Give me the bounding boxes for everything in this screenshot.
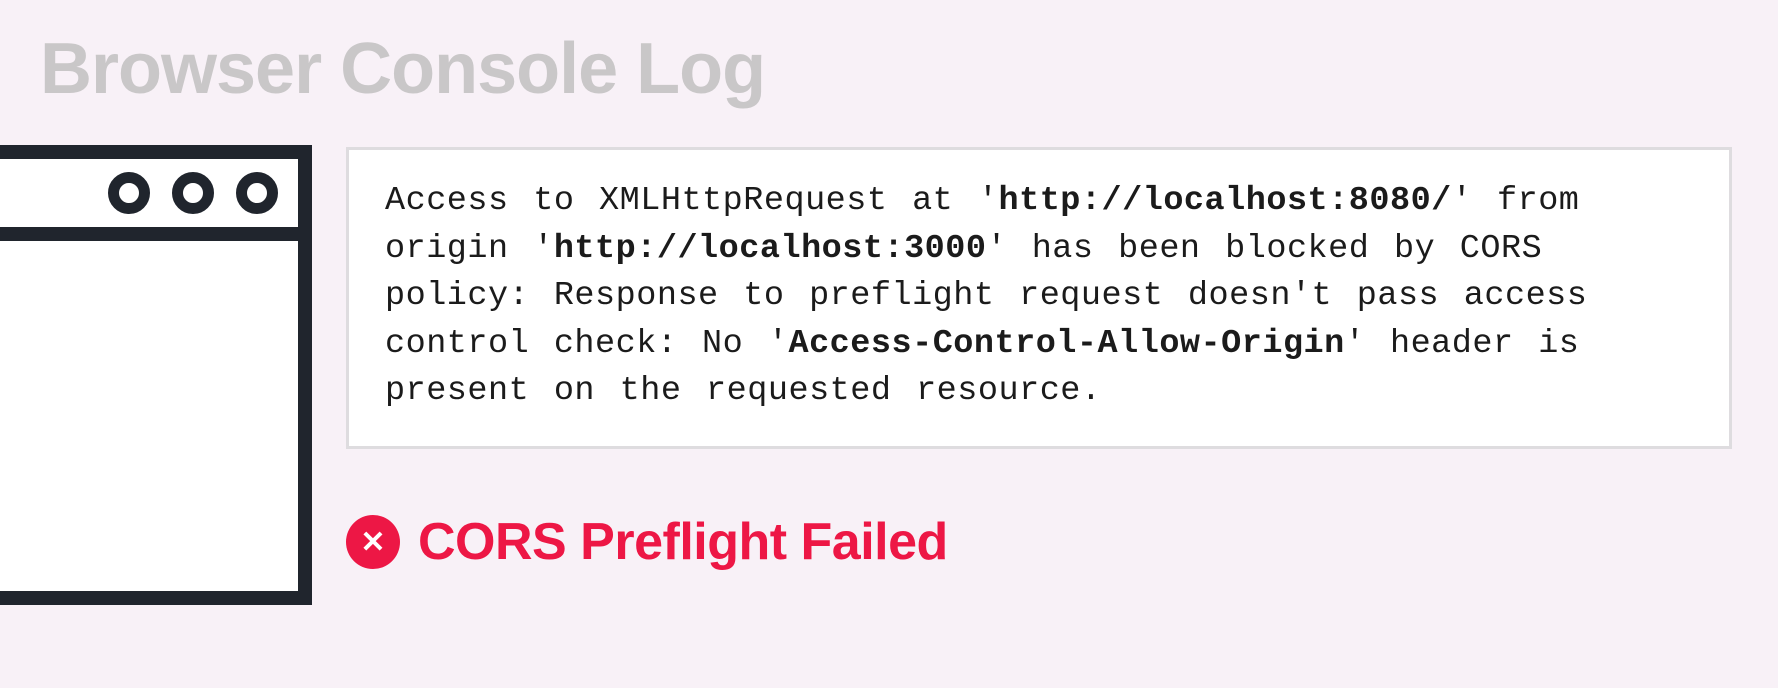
log-origin: http://localhost:3000	[554, 230, 987, 268]
window-dot	[108, 172, 150, 214]
status-row: ✕ CORS Preflight Failed	[346, 512, 948, 572]
console-log-panel: Access to XMLHttpRequest at 'http://loca…	[346, 147, 1732, 449]
page-title: Browser Console Log	[40, 28, 765, 110]
status-label: CORS Preflight Failed	[418, 512, 948, 572]
window-dot	[172, 172, 214, 214]
log-url: http://localhost:8080/	[999, 182, 1452, 220]
window-dot	[236, 172, 278, 214]
log-text: Access to XMLHttpRequest at '	[385, 182, 999, 220]
browser-window-icon	[0, 145, 312, 605]
error-icon: ✕	[346, 515, 400, 569]
browser-titlebar	[0, 159, 298, 241]
log-header-name: Access-Control-Allow-Origin	[788, 325, 1344, 363]
